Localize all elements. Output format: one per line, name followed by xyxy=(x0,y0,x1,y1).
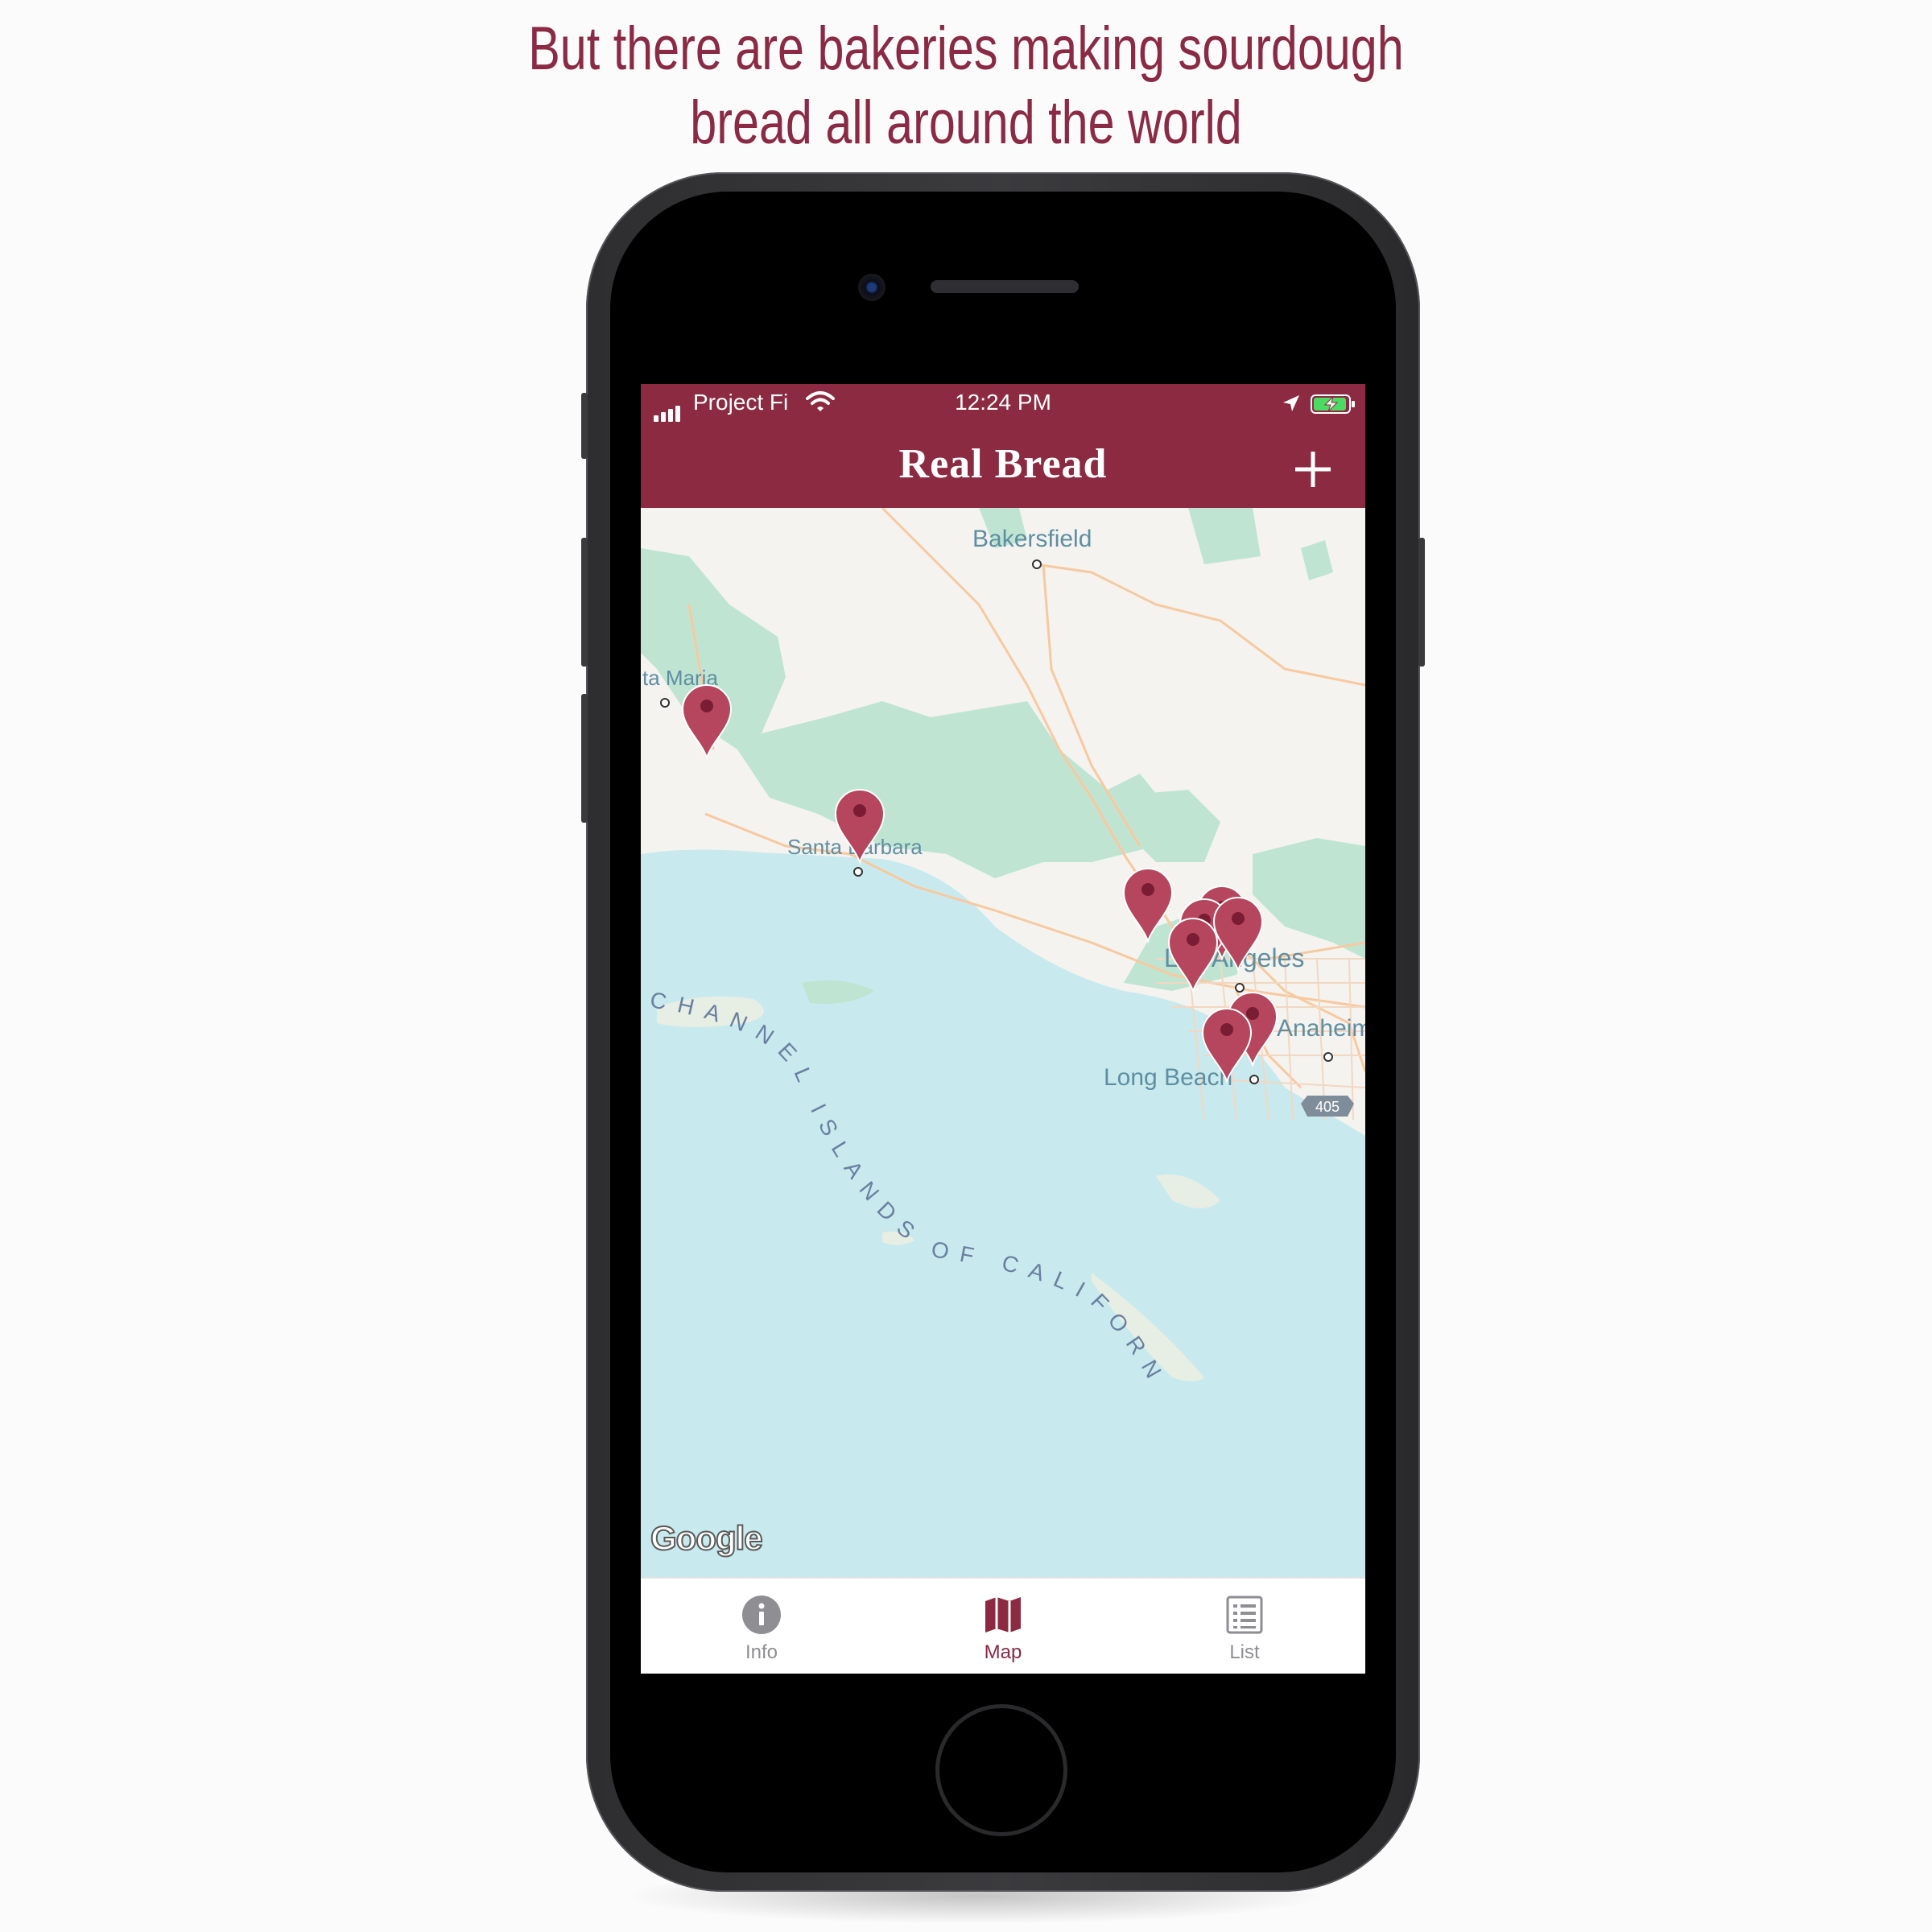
tab-info[interactable]: Info xyxy=(641,1579,882,1674)
label-long-beach: Long Beach xyxy=(1104,1064,1232,1091)
add-bakery-button[interactable] xyxy=(1285,440,1341,497)
tab-bar: Info Map List xyxy=(641,1577,1365,1674)
plus-icon xyxy=(1295,452,1331,487)
label-anaheim: Anaheim xyxy=(1277,1015,1365,1042)
google-attribution: Google xyxy=(650,1518,764,1558)
headline: But there are bakeries making sourdough … xyxy=(213,12,1719,160)
volume-up-button xyxy=(581,538,588,667)
label-bakersfield: Bakersfield xyxy=(972,526,1092,552)
marker-dot xyxy=(700,700,713,712)
headline-line-1: But there are bakeries making sourdough xyxy=(528,14,1404,83)
battery-charging-icon xyxy=(1311,394,1355,414)
mute-switch xyxy=(581,393,588,459)
city-dot-long-beach xyxy=(1249,1075,1259,1084)
tab-list[interactable]: List xyxy=(1124,1579,1365,1674)
highway-405-label: 405 xyxy=(1315,1099,1340,1115)
city-dot-santa-maria xyxy=(660,698,670,708)
headline-line-2: bread all around the world xyxy=(690,89,1242,157)
city-dot-los-angeles xyxy=(1235,983,1245,993)
status-bar: Project Fi 12:24 PM xyxy=(641,384,1365,423)
tab-list-label: List xyxy=(1229,1641,1260,1663)
front-camera xyxy=(858,274,886,301)
marker-dot xyxy=(1187,933,1199,946)
map-icon xyxy=(985,1597,1021,1633)
city-dot-bakersfield xyxy=(1032,559,1042,569)
location-arrow-icon xyxy=(1283,395,1299,411)
city-dot-santa-barbara xyxy=(853,867,863,877)
app-screen: Project Fi 12:24 PM Real Bread Bakersfie… xyxy=(641,384,1365,1674)
map-view[interactable]: Bakersfield ta Maria Santa Barbara Los A… xyxy=(641,508,1365,1577)
list-icon xyxy=(1226,1596,1263,1634)
status-time: 12:24 PM xyxy=(955,390,1051,415)
app-title: Real Bread xyxy=(898,441,1108,487)
map-canvas[interactable]: Bakersfield ta Maria Santa Barbara Los A… xyxy=(641,508,1365,1577)
marker-dot xyxy=(1220,1023,1233,1036)
info-icon xyxy=(742,1596,781,1634)
marker-dot xyxy=(853,804,866,817)
marker-dot xyxy=(1141,883,1154,896)
tab-map-label: Map xyxy=(984,1641,1022,1663)
marker-dot xyxy=(1232,912,1245,925)
navigation-bar: Real Bread xyxy=(641,423,1365,508)
city-dot-anaheim xyxy=(1323,1052,1333,1062)
tab-info-label: Info xyxy=(745,1641,778,1663)
power-button xyxy=(1418,538,1425,667)
tab-map[interactable]: Map xyxy=(882,1579,1124,1674)
marker-dot xyxy=(1246,1007,1259,1020)
highway-shield-405: 405 xyxy=(1301,1096,1354,1117)
volume-down-button xyxy=(581,694,588,823)
home-button[interactable] xyxy=(935,1704,1067,1836)
earpiece-speaker xyxy=(931,280,1079,293)
